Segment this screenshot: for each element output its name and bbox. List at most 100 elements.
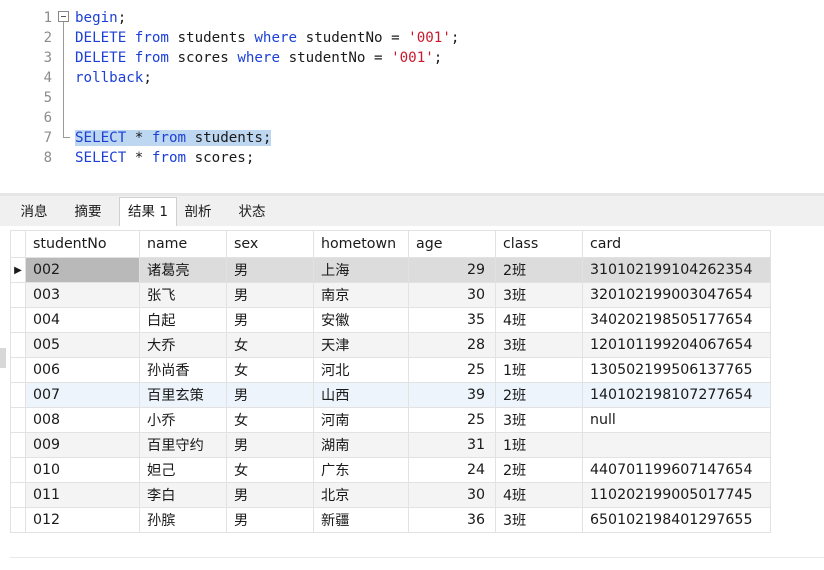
cell-age[interactable]: 36 [408, 507, 496, 533]
code-line[interactable]: DELETE from scores where studentNo = '00… [75, 48, 442, 68]
cell-class[interactable]: 2班 [495, 257, 583, 283]
cell-name[interactable]: 张飞 [139, 282, 227, 308]
cell-card[interactable]: null [582, 407, 771, 433]
row-header[interactable] [10, 357, 26, 383]
table-row[interactable]: 006 孙尚香女河北 25 1班 130502199506137765 [10, 357, 771, 383]
cell-studentno[interactable]: 004 [25, 307, 140, 333]
cell-class[interactable]: 1班 [495, 432, 583, 458]
cell-card[interactable]: 140102198107277654 [582, 382, 771, 408]
cell-card[interactable]: 340202198505177654 [582, 307, 771, 333]
cell-age[interactable]: 24 [408, 457, 496, 483]
cell-class[interactable]: 4班 [495, 482, 583, 508]
cell-name[interactable]: 大乔 [139, 332, 227, 358]
table-row[interactable]: 010 妲己女广东 24 2班 440701199607147654 [10, 457, 771, 483]
cell-hometown[interactable]: 北京 [313, 482, 409, 508]
cell-hometown[interactable]: 山西 [313, 382, 409, 408]
cell-card[interactable]: 110202199005017745 [582, 482, 771, 508]
cell-class[interactable]: 3班 [495, 407, 583, 433]
row-header[interactable] [10, 482, 26, 508]
cell-name[interactable]: 李白 [139, 482, 227, 508]
result-grid[interactable]: studentNo name sex hometown age class ca… [10, 230, 771, 533]
cell-age[interactable]: 25 [408, 357, 496, 383]
code-line[interactable]: rollback; [75, 68, 152, 88]
cell-name[interactable]: 诸葛亮 [139, 257, 227, 283]
cell-sex[interactable]: 男 [226, 257, 314, 283]
cell-sex[interactable]: 女 [226, 357, 314, 383]
tab-summary[interactable]: 摘要 [64, 200, 112, 224]
cell-class[interactable]: 4班 [495, 307, 583, 333]
cell-age[interactable]: 25 [408, 407, 496, 433]
cell-sex[interactable]: 女 [226, 407, 314, 433]
column-header-hometown[interactable]: hometown [313, 230, 409, 258]
code-line[interactable]: SELECT * from students; [75, 128, 272, 148]
row-header[interactable] [10, 307, 26, 333]
cell-card[interactable]: 650102198401297655 [582, 507, 771, 533]
cell-sex[interactable]: 男 [226, 507, 314, 533]
cell-name[interactable]: 孙膑 [139, 507, 227, 533]
table-row[interactable]: 011 李白男北京 30 4班 110202199005017745 [10, 482, 771, 508]
cell-card[interactable]: 310102199104262354 [582, 257, 771, 283]
cell-sex[interactable]: 男 [226, 282, 314, 308]
cell-hometown[interactable]: 广东 [313, 457, 409, 483]
cell-hometown[interactable]: 新疆 [313, 507, 409, 533]
cell-studentno[interactable]: 011 [25, 482, 140, 508]
tab-status[interactable]: 状态 [226, 200, 278, 224]
column-header-name[interactable]: name [139, 230, 227, 258]
cell-hometown[interactable]: 安徽 [313, 307, 409, 333]
cell-studentno[interactable]: 008 [25, 407, 140, 433]
cell-age[interactable]: 30 [408, 282, 496, 308]
cell-sex[interactable]: 男 [226, 432, 314, 458]
column-header-age[interactable]: age [408, 230, 496, 258]
cell-age[interactable]: 30 [408, 482, 496, 508]
cell-hometown[interactable]: 天津 [313, 332, 409, 358]
cell-studentno[interactable]: 005 [25, 332, 140, 358]
cell-name[interactable]: 妲己 [139, 457, 227, 483]
code-line[interactable]: DELETE from students where studentNo = '… [75, 28, 459, 48]
sql-editor[interactable]: 12345678 begin; DELETE from students wher… [0, 0, 824, 190]
cell-hometown[interactable]: 河南 [313, 407, 409, 433]
cell-age[interactable]: 35 [408, 307, 496, 333]
table-row[interactable]: 005 大乔女天津 28 3班 120101199204067654 [10, 332, 771, 358]
cell-class[interactable]: 1班 [495, 357, 583, 383]
cell-class[interactable]: 2班 [495, 457, 583, 483]
cell-studentno[interactable]: 010 [25, 457, 140, 483]
cell-studentno[interactable]: 003 [25, 282, 140, 308]
column-header-card[interactable]: card [582, 230, 771, 258]
cell-age[interactable]: 39 [408, 382, 496, 408]
cell-sex[interactable]: 男 [226, 307, 314, 333]
fold-collapse-icon[interactable] [58, 11, 69, 22]
cell-sex[interactable]: 男 [226, 382, 314, 408]
cell-hometown[interactable]: 南京 [313, 282, 409, 308]
cell-age[interactable]: 29 [408, 257, 496, 283]
cell-hometown[interactable]: 湖南 [313, 432, 409, 458]
tab-messages[interactable]: 消息 [10, 200, 58, 224]
row-header[interactable] [10, 507, 26, 533]
tab-result-1[interactable]: 结果 1 [119, 197, 177, 226]
table-row[interactable]: 003 张飞男南京 30 3班 320102199003047654 [10, 282, 771, 308]
cell-class[interactable]: 3班 [495, 332, 583, 358]
cell-card[interactable]: 120101199204067654 [582, 332, 771, 358]
cell-name[interactable]: 小乔 [139, 407, 227, 433]
cell-card[interactable]: 130502199506137765 [582, 357, 771, 383]
cell-studentno[interactable]: 006 [25, 357, 140, 383]
cell-name[interactable]: 孙尚香 [139, 357, 227, 383]
code-line[interactable]: begin; [75, 8, 126, 28]
cell-age[interactable]: 28 [408, 332, 496, 358]
cell-class[interactable]: 2班 [495, 382, 583, 408]
row-header[interactable] [10, 432, 26, 458]
cell-card[interactable]: 320102199003047654 [582, 282, 771, 308]
table-row[interactable]: 012 孙膑男新疆 36 3班 650102198401297655 [10, 507, 771, 533]
cell-name[interactable]: 百里守约 [139, 432, 227, 458]
cell-studentno[interactable]: 012 [25, 507, 140, 533]
cell-age[interactable]: 31 [408, 432, 496, 458]
cell-card[interactable]: 440701199607147654 [582, 457, 771, 483]
row-header[interactable] [10, 457, 26, 483]
panel-edge-handle[interactable] [0, 348, 6, 368]
cell-sex[interactable]: 男 [226, 482, 314, 508]
current-row-indicator-icon[interactable]: ▶ [10, 257, 26, 283]
row-header[interactable] [10, 332, 26, 358]
cell-sex[interactable]: 女 [226, 457, 314, 483]
column-header-class[interactable]: class [495, 230, 583, 258]
column-header-sex[interactable]: sex [226, 230, 314, 258]
cell-hometown[interactable]: 河北 [313, 357, 409, 383]
